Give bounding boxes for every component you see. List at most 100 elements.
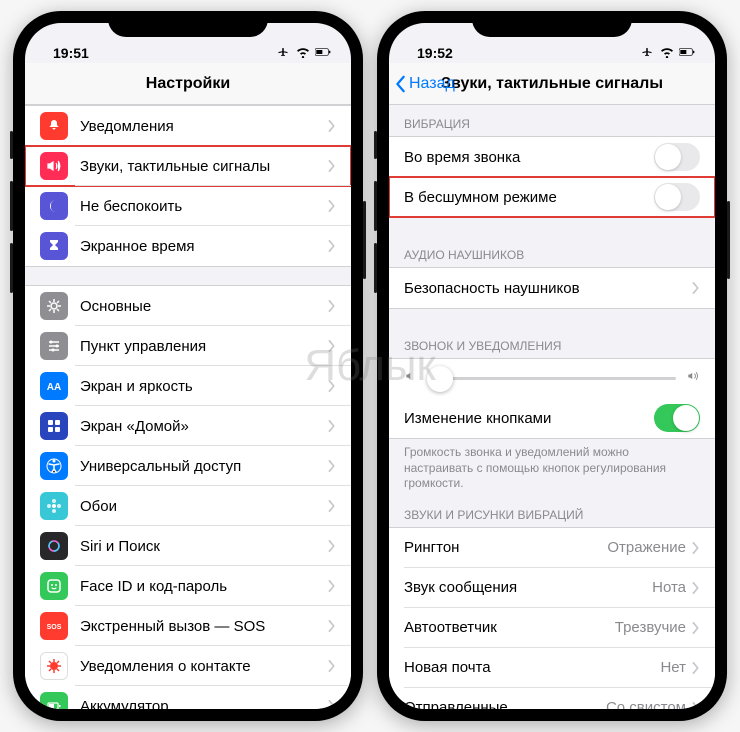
settings-row-home[interactable]: Экран «Домой» [25,406,351,446]
speaker-icon [40,152,68,180]
chevron-right-icon [692,622,700,634]
row-label: Безопасность наушников [404,280,692,297]
section-header-patterns: ЗВУКИ И РИСУНКИ ВИБРАЦИЙ [389,496,715,527]
row-label: Изменение кнопками [404,410,654,427]
settings-row-faceid[interactable]: Face ID и код-пароль [25,566,351,606]
wifi-icon [295,45,311,61]
row-label: Новая почта [404,659,660,676]
row-label: Пункт управления [80,338,328,355]
settings-row-general[interactable]: Основные [25,286,351,326]
row-label: Экранное время [80,238,328,255]
section-header-vibration: ВИБРАЦИЯ [389,105,715,136]
row-label: Face ID и код-пароль [80,578,328,595]
chevron-right-icon [328,540,336,552]
settings-row-sounds[interactable]: Звуки, тактильные сигналы [25,146,351,186]
chevron-right-icon [328,460,336,472]
notch [108,11,268,37]
chevron-right-icon [328,700,336,709]
chevron-right-icon [328,380,336,392]
sos-icon: SOS [40,612,68,640]
toggle-switch[interactable] [654,143,700,171]
section-header-headphone: АУДИО НАУШНИКОВ [389,236,715,267]
row-label: Универсальный доступ [80,458,328,475]
battery-icon [40,692,68,709]
row-label: Уведомления о контакте [80,658,328,675]
notch [472,11,632,37]
volume-slider[interactable] [428,377,676,380]
settings-row-exposure[interactable]: Уведомления о контакте [25,646,351,686]
battery-icon [315,45,331,61]
row-label: Siri и Поиск [80,538,328,555]
battery-icon [679,45,695,61]
toggle-row-silent-vibrate[interactable]: В бесшумном режиме [389,177,715,217]
chevron-right-icon [328,580,336,592]
volume-slider-row[interactable] [389,359,715,398]
row-label: Не беспокоить [80,198,328,215]
chevron-right-icon [328,240,336,252]
row-new-mail[interactable]: Новая почтаНет [389,648,715,688]
row-ringtone[interactable]: РингтонОтражение [389,528,715,568]
hourglass-icon [40,232,68,260]
nav-bar: Назад Звуки, тактильные сигналы [389,63,715,105]
section-footer: Громкость звонка и уведомлений можно нас… [389,439,715,496]
chevron-right-icon [692,662,700,674]
phone-left: 19:51 Настройки УведомленияЗвуки, тактил… [13,11,363,721]
airplane-icon [275,45,291,61]
row-label: Экстренный вызов — SOS [80,618,328,635]
access-icon [40,452,68,480]
row-label: Экран «Домой» [80,418,328,435]
flower-icon [40,492,68,520]
airplane-icon [639,45,655,61]
sounds-settings[interactable]: ВИБРАЦИЯ Во время звонка В бесшумном режим… [389,105,715,709]
row-label: Основные [80,298,328,315]
chevron-right-icon [328,660,336,672]
toggle-row-change-buttons[interactable]: Изменение кнопками [389,398,715,438]
bell-icon [40,112,68,140]
row-value: Нота [652,579,686,596]
section-header-ringer: ЗВОНОК И УВЕДОМЛЕНИЯ [389,327,715,358]
speaker-low-icon [404,369,418,388]
wifi-icon [659,45,675,61]
row-label: Во время звонка [404,149,654,166]
row-label: Отправленные [404,699,606,709]
row-voicemail[interactable]: АвтоответчикТрезвучие [389,608,715,648]
chevron-right-icon [328,500,336,512]
row-label: Аккумулятор [80,698,328,710]
phone-right: 19:52 Назад Звуки, тактильные сигналы ВИ… [377,11,727,721]
row-value: Со свистом [606,699,686,709]
row-sent-mail[interactable]: ОтправленныеСо свистом [389,688,715,709]
speaker-high-icon [686,369,700,388]
chevron-right-icon [692,582,700,594]
settings-row-sos[interactable]: SOS Экстренный вызов — SOS [25,606,351,646]
settings-row-siri[interactable]: Siri и Поиск [25,526,351,566]
chevron-right-icon [328,340,336,352]
settings-row-controlcenter[interactable]: Пункт управления [25,326,351,366]
chevron-right-icon [328,120,336,132]
settings-row-wallpaper[interactable]: Обои [25,486,351,526]
toggle-switch[interactable] [654,183,700,211]
settings-row-battery[interactable]: Аккумулятор [25,686,351,709]
row-text-tone[interactable]: Звук сообщенияНота [389,568,715,608]
row-label: Обои [80,498,328,515]
chevron-right-icon [328,420,336,432]
back-button[interactable]: Назад [395,75,455,93]
back-label: Назад [409,75,455,93]
settings-row-dnd[interactable]: Не беспокоить [25,186,351,226]
row-value: Отражение [607,539,686,556]
settings-row-screentime[interactable]: Экранное время [25,226,351,266]
row-label: Уведомления [80,118,328,135]
toggle-switch[interactable] [654,404,700,432]
chevron-right-icon [692,702,700,709]
settings-row-display[interactable]: AAЭкран и яркость [25,366,351,406]
settings-list[interactable]: Уведомления Звуки, тактильные сигналы Не б… [25,105,351,709]
svg-text:SOS: SOS [47,624,62,631]
toggle-row-ring-vibrate[interactable]: Во время звонка [389,137,715,177]
status-time: 19:51 [53,45,89,61]
settings-row-notifications[interactable]: Уведомления [25,106,351,146]
row-headphone-safety[interactable]: Безопасность наушников [389,268,715,308]
row-label: Экран и яркость [80,378,328,395]
row-label: В бесшумном режиме [404,189,654,206]
settings-row-accessibility[interactable]: Универсальный доступ [25,446,351,486]
chevron-right-icon [692,282,700,294]
chevron-right-icon [328,200,336,212]
